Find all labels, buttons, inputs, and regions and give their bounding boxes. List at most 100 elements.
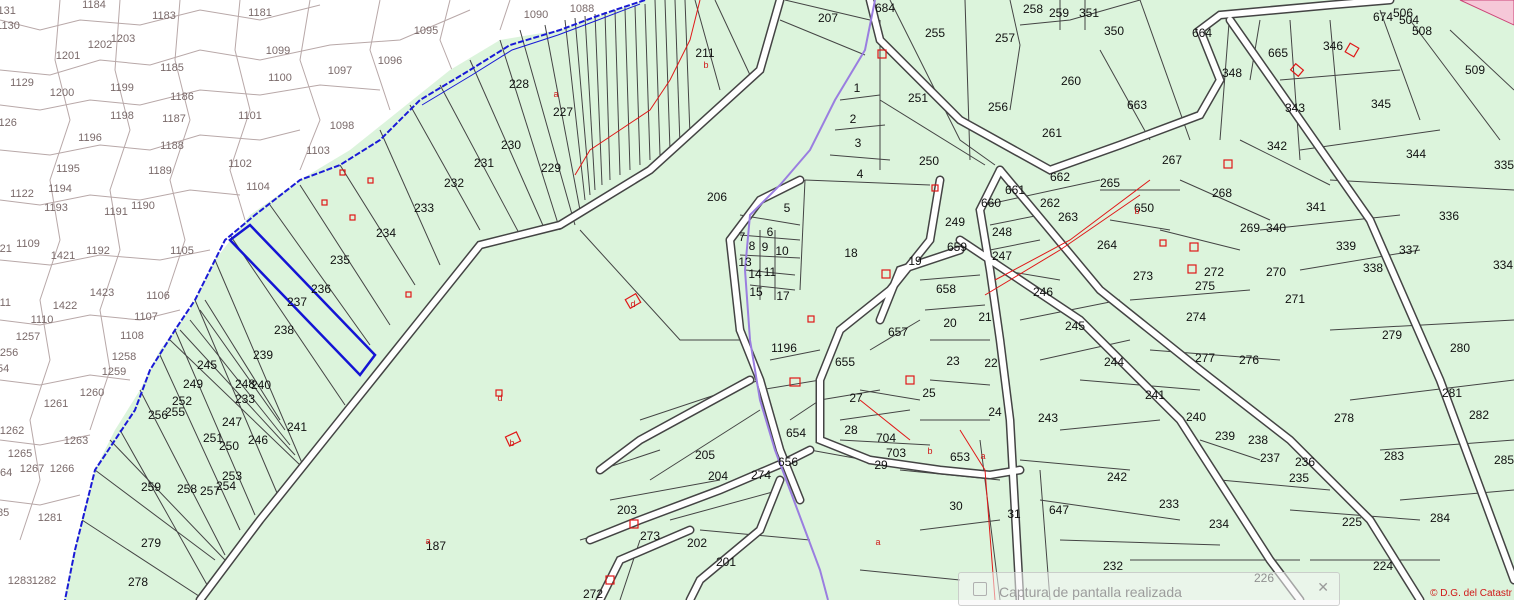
parcel-number: 2: [850, 112, 857, 126]
parcel-number: 268: [1212, 186, 1232, 200]
parcel-number: 24: [988, 405, 1002, 419]
outside-parcel-number: 1095: [414, 25, 438, 37]
parcel-number: 20: [943, 316, 957, 330]
outside-parcel-number: 1187: [162, 113, 186, 125]
outside-parcel-number: 1098: [330, 120, 354, 132]
parcel-number: 269: [1240, 221, 1260, 235]
parcel-number: 281: [1442, 386, 1462, 400]
parcel-number: 233: [414, 201, 434, 215]
outside-parcel-number: 1105: [170, 245, 194, 257]
parcel-number: 201: [716, 555, 736, 569]
close-icon[interactable]: ✕: [1317, 579, 1329, 596]
outside-parcel-number: 1122: [10, 188, 34, 200]
parcel-number: 283: [1384, 449, 1404, 463]
parcel-number: 264: [1097, 238, 1117, 252]
parcel-number: 246: [248, 433, 268, 447]
parcel-number: 233: [235, 392, 255, 406]
parcel-number: 6: [767, 225, 774, 239]
outside-parcel-number: 1101: [238, 110, 262, 122]
parcel-number: 255: [165, 405, 185, 419]
parcel-number: 275: [1195, 279, 1215, 293]
parcel-number: 509: [1465, 63, 1485, 77]
parcel-number: 18: [844, 246, 858, 260]
outside-parcel-number: 1121: [0, 243, 12, 255]
parcel-number: 647: [1049, 503, 1069, 517]
parcel-number: 27: [849, 391, 863, 405]
camera-icon: [973, 582, 987, 596]
parcel-number: 232: [1103, 559, 1123, 573]
parcel-number: 257: [995, 31, 1015, 45]
parcel-number: 25: [922, 386, 936, 400]
outside-parcel-number: 1107: [134, 311, 158, 323]
parcel-number: 29: [874, 458, 888, 472]
parcel-number: 9: [762, 240, 769, 254]
building-letter: b: [703, 60, 708, 70]
parcel-number: 340: [1266, 221, 1286, 235]
parcel-number: 656: [778, 455, 798, 469]
parcel-number: 242: [1107, 470, 1127, 484]
outside-parcel-number: 1103: [306, 145, 330, 157]
parcel-number: 240: [1186, 410, 1206, 424]
outside-parcel-number: 1195: [56, 163, 80, 175]
parcel-number: 231: [474, 156, 494, 170]
parcel-number: 285: [1494, 453, 1514, 467]
outside-parcel-number: 1263: [64, 435, 88, 447]
parcel-number: 258: [177, 482, 197, 496]
outside-parcel-number: 1131: [0, 5, 16, 17]
parcel-number: 278: [128, 575, 148, 589]
parcel-number: 278: [1334, 411, 1354, 425]
parcel-number: 350: [1104, 24, 1124, 38]
parcel-number: 259: [1049, 6, 1069, 20]
parcel-number: 234: [1209, 517, 1229, 531]
parcel-number: 345: [1371, 97, 1391, 111]
parcel-number: 23: [946, 354, 960, 368]
parcel-number: 256: [148, 408, 168, 422]
parcel-number: 202: [687, 536, 707, 550]
parcel-number: 245: [1065, 319, 1085, 333]
parcel-number: 249: [945, 215, 965, 229]
parcel-number: 241: [1145, 388, 1165, 402]
parcel-number: 1: [854, 81, 861, 95]
parcel-number: 19: [908, 254, 922, 268]
parcel-number: 655: [835, 355, 855, 369]
parcel-number: 284: [1430, 511, 1450, 525]
cadastral-map[interactable]: 1131113012011202120311831184118110991095…: [0, 0, 1514, 600]
parcel-number: 207: [818, 11, 838, 25]
outside-parcel-number: 1190: [131, 200, 155, 212]
outside-parcel-number: 1185: [160, 62, 184, 74]
outside-parcel-number: 1108: [120, 330, 144, 342]
parcel-number: 234: [376, 226, 396, 240]
parcel-number: 282: [1469, 408, 1489, 422]
outside-parcel-number: 1196: [78, 132, 102, 144]
parcel-number: 239: [1215, 429, 1235, 443]
parcel-number: 280: [1450, 341, 1470, 355]
parcel-number: 11: [764, 265, 777, 279]
parcel-number: 660: [981, 196, 1001, 210]
outside-parcel-number: 254: [0, 363, 9, 375]
parcel-number: 245: [197, 358, 217, 372]
parcel-number: 684: [875, 1, 895, 15]
screenshot-notification[interactable]: Captura de pantalla realizada ✕: [958, 572, 1340, 606]
parcel-number: 3: [855, 136, 862, 150]
parcel-number: 4: [857, 167, 864, 181]
parcel-number: 342: [1267, 139, 1287, 153]
parcel-number: 238: [1248, 433, 1268, 447]
parcel-number: 263: [1058, 210, 1078, 224]
building-letter: b: [927, 446, 932, 456]
parcel-number: 346: [1323, 39, 1343, 53]
parcel-number: 272: [1204, 265, 1224, 279]
parcel-number: 238: [274, 323, 294, 337]
parcel-number: 243: [1038, 411, 1058, 425]
parcel-number: 339: [1336, 239, 1356, 253]
outside-parcel-number: 1265: [8, 448, 32, 460]
outside-parcel-number: 1262: [0, 425, 24, 437]
parcel-number: 241: [287, 420, 307, 434]
parcel-number: 237: [1260, 451, 1280, 465]
outside-parcel-number: 1096: [378, 55, 402, 67]
parcel-number: 244: [1104, 355, 1124, 369]
outside-parcel-number: 1100: [268, 72, 292, 84]
building-letter: a: [553, 89, 558, 99]
parcel-number: 28: [844, 423, 858, 437]
outside-parcel-number: 1282: [32, 575, 56, 587]
parcel-number: 271: [1285, 292, 1305, 306]
